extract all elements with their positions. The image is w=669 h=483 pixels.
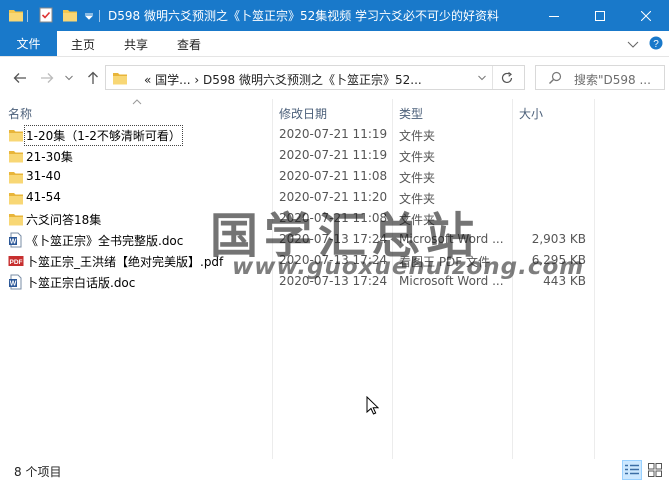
file-date: 2020-07-21 11:19	[279, 148, 388, 162]
word-doc-icon: W	[9, 232, 22, 248]
item-count: 8 个项目	[14, 465, 62, 479]
file-name: 31-40	[26, 169, 61, 183]
mouse-cursor-icon	[366, 396, 379, 415]
help-icon[interactable]: ?	[649, 36, 663, 50]
arrow-left-icon	[13, 73, 26, 83]
details-view-icon	[625, 464, 639, 475]
minimize-icon	[549, 15, 559, 17]
folder-icon	[9, 214, 23, 226]
folder-icon	[9, 193, 23, 205]
chevron-down-icon	[65, 75, 73, 81]
maximize-icon	[595, 10, 605, 21]
details-view-button[interactable]	[622, 460, 642, 480]
separator	[27, 10, 28, 22]
separator	[492, 66, 493, 89]
maximize-button[interactable]	[577, 0, 623, 31]
column-name[interactable]: 名称	[8, 105, 32, 122]
up-button[interactable]	[84, 69, 102, 87]
folder-icon	[9, 10, 23, 22]
address-path[interactable]: « 国学... › D598 微明六爻预测之《卜筮正宗》52...	[144, 71, 422, 88]
list-item[interactable]: 31-40 2020-07-21 11:08 文件夹	[6, 166, 594, 187]
svg-text:?: ?	[653, 39, 659, 50]
search-icon	[549, 71, 562, 84]
separator	[99, 10, 100, 22]
forward-button[interactable]	[38, 69, 56, 87]
folder-icon	[9, 151, 23, 163]
file-type: 文件夹	[399, 171, 436, 185]
back-button[interactable]	[11, 69, 29, 87]
list-item[interactable]: 1-20集（1-2不够清晰可看） 2020-07-21 11:19 文件夹	[6, 124, 594, 146]
file-name: 卜筮正宗白话版.doc	[26, 276, 136, 290]
file-name: 六爻问答18集	[26, 213, 102, 227]
file-name: 《卜筮正宗》全书完整版.doc	[26, 234, 184, 248]
file-name: 21-30集	[26, 150, 73, 164]
file-type: 文件夹	[399, 150, 436, 164]
file-size: 2,903 KB	[531, 232, 586, 246]
file-date: 2020-07-21 11:19	[279, 127, 388, 141]
file-tab[interactable]: 文件	[0, 31, 57, 56]
minimize-button[interactable]	[531, 0, 577, 31]
ribbon: 文件 主页 共享 查看 ?	[0, 31, 669, 57]
large-icons-view-icon	[648, 463, 662, 477]
large-icons-view-button[interactable]	[645, 460, 665, 480]
watermark-url: www.guoxuehuizong.com	[232, 254, 585, 280]
sort-ascending-icon	[132, 99, 142, 105]
file-name: 41-54	[26, 190, 61, 204]
tab-share[interactable]: 共享	[124, 36, 148, 53]
svg-text:W: W	[10, 281, 17, 288]
file-type: 文件夹	[399, 129, 436, 143]
close-icon	[641, 10, 651, 21]
search-box[interactable]: 搜索"D598 ...	[535, 65, 665, 90]
tab-view[interactable]: 查看	[177, 36, 201, 53]
column-date-modified[interactable]: 修改日期	[279, 105, 327, 122]
expand-ribbon-icon[interactable]	[627, 39, 639, 49]
folder-icon	[9, 130, 23, 142]
status-bar: 8 个项目	[0, 458, 669, 483]
svg-text:W: W	[10, 239, 17, 246]
column-size[interactable]: 大小	[519, 105, 543, 122]
column-header-row: 名称 修改日期 类型 大小	[0, 99, 669, 123]
recent-locations-button[interactable]	[60, 69, 78, 87]
file-date: 2020-07-21 11:08	[279, 169, 388, 183]
title-bar: D598 微明六爻预测之《卜筮正宗》52集视频 学习六爻必不可少的好资料	[0, 0, 669, 31]
word-doc-icon: W	[9, 274, 22, 290]
window-title: D598 微明六爻预测之《卜筮正宗》52集视频 学习六爻必不可少的好资料	[108, 9, 500, 23]
arrow-right-icon	[41, 73, 54, 83]
chevron-down-icon[interactable]	[478, 75, 486, 81]
customize-quick-access-icon[interactable]	[84, 12, 94, 28]
navigation-bar: « 国学... › D598 微明六爻预测之《卜筮正宗》52... 搜索"D59…	[0, 57, 669, 99]
svg-text:PDF: PDF	[10, 259, 23, 266]
address-bar[interactable]: « 国学... › D598 微明六爻预测之《卜筮正宗》52...	[105, 65, 525, 90]
new-folder-icon[interactable]	[62, 7, 78, 23]
search-placeholder: 搜索"D598 ...	[574, 73, 651, 87]
folder-icon	[9, 172, 23, 184]
pdf-icon: PDF	[8, 256, 24, 266]
column-type[interactable]: 类型	[399, 105, 423, 122]
folder-icon	[113, 73, 127, 85]
column-divider	[594, 99, 595, 459]
properties-icon[interactable]	[38, 7, 54, 23]
file-name: 卜筮正宗_王洪绪【绝对完美版】.pdf	[26, 255, 224, 269]
file-name: 1-20集（1-2不够清晰可看）	[24, 125, 183, 146]
arrow-up-icon	[88, 71, 98, 84]
tab-home[interactable]: 主页	[71, 36, 95, 53]
refresh-icon[interactable]	[500, 71, 514, 85]
list-item[interactable]: 21-30集 2020-07-21 11:19 文件夹	[6, 145, 594, 166]
close-button[interactable]	[623, 0, 669, 31]
